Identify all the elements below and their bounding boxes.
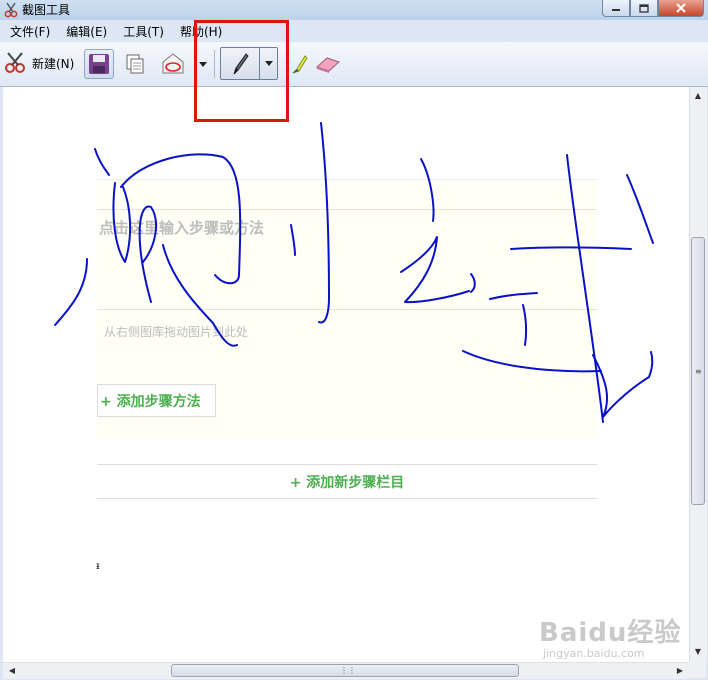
close-button[interactable] xyxy=(658,0,704,17)
title-bar: 截图工具 xyxy=(0,0,708,20)
save-icon xyxy=(89,54,109,74)
watermark-brand: Baidu经验 xyxy=(539,618,682,648)
eraser-button[interactable] xyxy=(313,49,343,79)
menu-edit[interactable]: 编辑(E) xyxy=(56,22,113,42)
minimize-icon xyxy=(612,9,620,11)
scissors-app-icon xyxy=(4,2,18,18)
add-step-button[interactable]: + 添加步骤方法 xyxy=(97,384,216,417)
menu-file[interactable]: 文件(F) xyxy=(0,22,56,42)
vertical-scroll-thumb[interactable]: ≡ xyxy=(691,237,705,505)
window-title: 截图工具 xyxy=(22,3,71,17)
grip-icon: ≡ xyxy=(695,367,702,376)
toolbar: 新建(N) xyxy=(0,42,708,87)
menu-bar: 文件(F) 编辑(E) 工具(T) 帮助(H) xyxy=(0,22,708,42)
save-button[interactable] xyxy=(84,49,114,79)
maximize-button[interactable] xyxy=(630,0,658,17)
highlighter-icon xyxy=(292,55,308,74)
scissors-icon xyxy=(5,52,25,73)
scroll-down-arrow-icon[interactable]: ▼ xyxy=(691,645,705,659)
copy-icon xyxy=(126,54,144,74)
scroll-up-arrow-icon[interactable]: ▲ xyxy=(691,89,705,103)
copy-button[interactable] xyxy=(120,49,150,79)
scrollbar-corner xyxy=(689,662,706,678)
text-cursor-mark: ᵻ xyxy=(96,561,100,572)
new-snip-button[interactable]: 新建(N) xyxy=(4,50,74,76)
image-drop-hint: 从右侧图库拖动图片到此处 xyxy=(104,325,249,339)
new-snip-label: 新建(N) xyxy=(32,56,75,71)
menu-tools[interactable]: 工具(T) xyxy=(113,22,170,42)
step-input[interactable]: 点击这里输入步骤或方法 xyxy=(99,217,264,238)
eraser-icon xyxy=(316,57,340,73)
snipping-tool-window: 截图工具 文件(F) 编辑(E) 工具(T) 帮助(H) 新建(N) 点击这里输… xyxy=(0,0,708,680)
divider xyxy=(97,209,597,210)
minimize-button[interactable] xyxy=(602,0,630,17)
send-snip-button[interactable] xyxy=(158,49,188,79)
snip-canvas[interactable]: 点击这里输入步骤或方法 从右侧图库拖动图片到此处 + 添加步骤方法 + 添加新步… xyxy=(3,87,689,662)
close-icon xyxy=(676,3,686,13)
horizontal-scroll-thumb[interactable]: ⋮⋮ xyxy=(171,664,519,677)
highlight-box xyxy=(194,20,289,122)
scroll-right-arrow-icon[interactable]: ▶ xyxy=(673,664,687,678)
horizontal-scrollbar[interactable]: ◀ ⋮⋮ ▶ xyxy=(3,662,689,679)
vertical-scrollbar[interactable]: ▲ ≡ ▼ xyxy=(689,87,707,662)
send-email-icon xyxy=(162,53,184,74)
watermark-url: jingyan.baidu.com xyxy=(543,647,645,660)
grip-icon: ⋮⋮ xyxy=(340,666,356,675)
scroll-left-arrow-icon[interactable]: ◀ xyxy=(5,664,19,678)
divider xyxy=(97,309,597,310)
maximize-icon xyxy=(639,3,649,13)
add-column-button[interactable]: + 添加新步骤栏目 xyxy=(97,464,597,499)
